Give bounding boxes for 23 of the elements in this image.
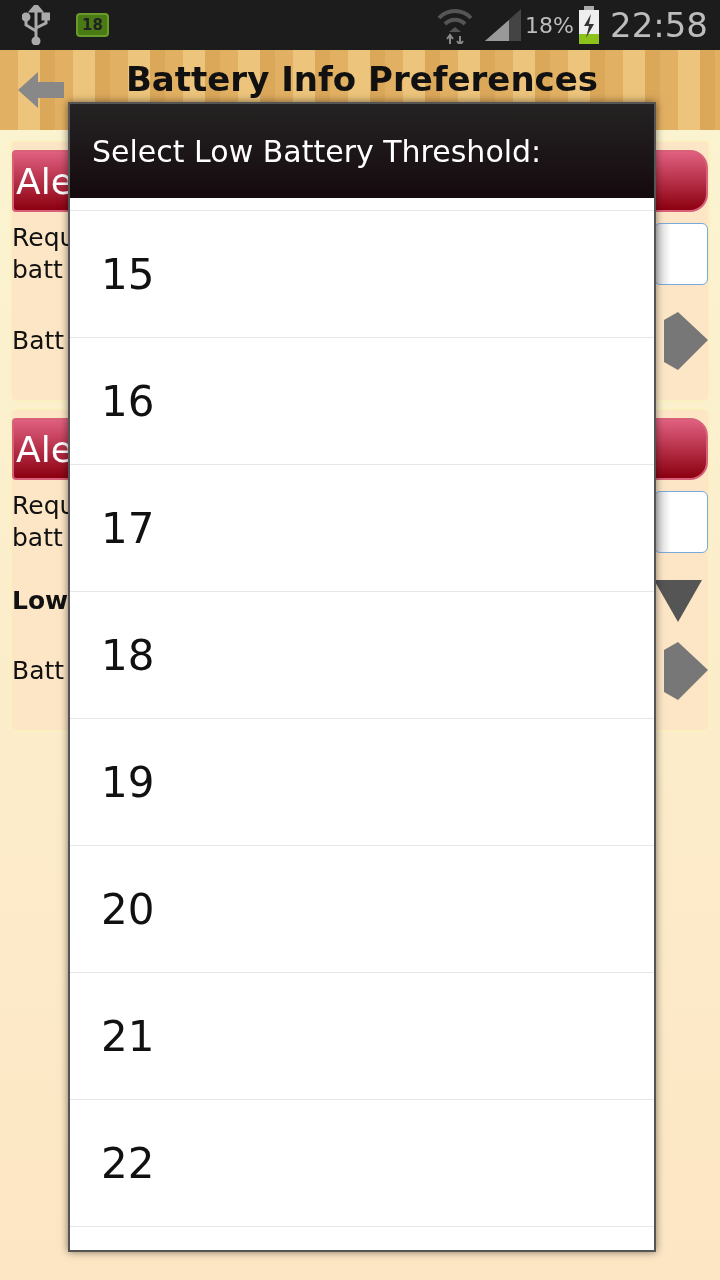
threshold-option[interactable]: 15	[101, 249, 155, 299]
setting-label: Low	[12, 585, 69, 617]
checkbox[interactable]	[654, 223, 708, 285]
dropdown-triangle-icon[interactable]	[654, 580, 702, 622]
setting-label: Batt	[12, 325, 65, 357]
dialog-title: Select Low Battery Threshold:	[70, 104, 654, 198]
notification-badge: 18	[76, 13, 109, 37]
screen-title: Battery Info Preferences	[124, 59, 600, 99]
threshold-option[interactable]: 18	[101, 630, 155, 680]
setting-label: batt	[12, 254, 64, 286]
threshold-option[interactable]: 17	[101, 503, 155, 553]
threshold-option[interactable]: 22	[101, 1138, 155, 1188]
setting-label: batt	[12, 522, 64, 554]
signal-icon	[485, 9, 522, 41]
checkbox[interactable]	[654, 491, 708, 553]
clock: 22:58	[610, 5, 708, 45]
setting-label: Batt	[12, 655, 65, 687]
threshold-option[interactable]: 21	[101, 1011, 155, 1061]
threshold-option[interactable]: 19	[101, 757, 155, 807]
battery-percent: 18%	[525, 12, 574, 38]
charging-battery-icon	[578, 6, 600, 44]
threshold-option[interactable]: 20	[101, 884, 155, 934]
usb-icon	[22, 5, 50, 45]
